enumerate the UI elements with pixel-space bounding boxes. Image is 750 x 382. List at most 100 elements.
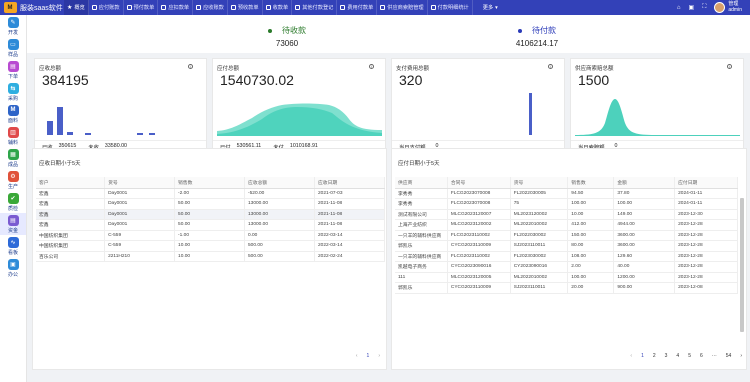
sidebar-item-5[interactable]: ▥ 辅料 (0, 125, 26, 147)
page-ellipsis[interactable]: ··· (712, 353, 717, 359)
prev-page-button[interactable]: ‹ (630, 353, 632, 359)
sidebar-item-9[interactable]: ▤ 资金 (0, 213, 26, 235)
column-header[interactable]: 货号 (104, 177, 176, 189)
app-logo[interactable]: M (0, 0, 20, 15)
table-row[interactable]: 凯越电子商务 CYCG2023090016 CY2023090016 2.00 40.0… (395, 261, 738, 273)
table-row[interactable]: 宏鑫 Day0001 50.00 13000.00 2021-11-08 (36, 209, 386, 220)
module-icon: ▣ (7, 258, 19, 270)
page-button[interactable]: 1 (641, 353, 644, 359)
sidebar-item-2[interactable]: ▤ 下单 (0, 59, 26, 81)
table-row[interactable]: 百乐公司 2211H210 10.00 500.00 2022-02-24 (36, 251, 386, 262)
sidebar-item-label: 采购 (7, 95, 18, 102)
column-header[interactable]: 应付日期 (674, 177, 738, 189)
card-value: 1500 (578, 72, 610, 88)
prev-page-button[interactable]: ‹ (356, 353, 358, 359)
table-cell: Day0001 (104, 219, 176, 231)
column-header[interactable]: 销售数 (567, 177, 615, 189)
next-page-button[interactable]: › (378, 353, 380, 359)
page-button[interactable]: 4 (676, 353, 679, 359)
table-row[interactable]: 郭凯乐 CYCG2023110009 SJ2023110011 80.00 3600.0… (395, 240, 738, 252)
info-icon[interactable]: i (369, 64, 374, 69)
module-icon: ⚙ (7, 170, 19, 182)
tab-1[interactable]: 应付账款 (89, 0, 124, 15)
lock-icon[interactable]: ▣ (689, 4, 695, 11)
tab-7[interactable]: 其他付款登记 (292, 0, 338, 15)
column-header[interactable]: 应收日期 (314, 177, 386, 189)
sidebar-item-1[interactable]: ▭ 样品 (0, 37, 26, 59)
next-page-button[interactable]: › (740, 353, 742, 359)
tab-5[interactable]: 预收款单 (228, 0, 263, 15)
table-cell: 郭凯乐 (395, 240, 448, 252)
column-header[interactable]: 合同号 (447, 177, 511, 189)
column-header[interactable]: 货号 (510, 177, 569, 189)
sidebar-item-6[interactable]: ▦ 成品 (0, 147, 26, 169)
tab-10[interactable]: 付款明细统计 (428, 0, 473, 15)
table-cell: 上海产业纺织 (395, 219, 448, 231)
table-row[interactable]: 李秀秀 FLCG2023070008 FL2022030005 94.50 37.80 2… (395, 188, 738, 199)
star-icon: ★ (67, 5, 73, 11)
tab-3[interactable]: 应扣款单 (158, 0, 194, 15)
sidebar-item-3[interactable]: ⇆ 采购 (0, 81, 26, 103)
table-row[interactable]: 宏鑫 Day0001 50.00 13000.00 2021-11-08 (36, 198, 386, 210)
table-row[interactable]: 郭凯乐 CYCG2023110009 SJ2023110011 20.00 900.00… (395, 282, 738, 294)
tab-9[interactable]: 供应商索赔管理 (377, 0, 428, 15)
table-row[interactable]: 一只羊的辅料供应商 FLCG2023110002 FL2022030002 150.0… (395, 230, 738, 241)
column-header[interactable]: 供应商 (395, 177, 448, 189)
table-row[interactable]: 中国纺织集团 C-559 10.00 500.00 2022-03-14 (36, 240, 386, 252)
table-cell: 2023-12-28 (674, 240, 738, 252)
sidebar-item-7[interactable]: ⚙ 生产 (0, 169, 26, 191)
table-row[interactable]: 宏鑫 Day0001 -2.00 -520.00 2021-07-03 (36, 188, 386, 199)
info-icon[interactable]: i (727, 64, 732, 69)
table-cell: 0.00 (244, 230, 315, 241)
page-button[interactable]: 6 (700, 353, 703, 359)
column-header[interactable]: 应收总额 (244, 177, 315, 189)
table-cell: 50.00 (174, 219, 246, 231)
table-cell: 900.00 (613, 282, 676, 294)
sidebar-item-8[interactable]: ✔ 质检 (0, 191, 26, 213)
table-row[interactable]: 111 MLCG2023120005 ML2022010002 100.00 1200.… (395, 272, 738, 283)
info-icon[interactable]: i (548, 64, 553, 69)
page-button[interactable]: 54 (726, 353, 732, 359)
tab-0[interactable]: ★ 概览 (64, 0, 89, 15)
table-cell: 108.00 (567, 251, 615, 262)
sidebar-item-10[interactable]: ∿ 看板 (0, 235, 26, 257)
page-button[interactable]: 3 (665, 353, 668, 359)
sidebar-item-0[interactable]: ✎ 开发 (0, 15, 26, 37)
card-title: 支付费用总额 (396, 66, 430, 72)
table-scrollbar[interactable] (740, 198, 744, 332)
table-row[interactable]: 李秀秀 FLCG2023070008 75 100.00 100.00 2024-01-1… (395, 198, 738, 210)
more-menu[interactable]: 更多 ▾ (483, 4, 498, 12)
user-name: admin (728, 6, 742, 13)
page-button[interactable]: 5 (688, 353, 691, 359)
sidebar-item-11[interactable]: ▣ 办公 (0, 257, 26, 279)
table-row[interactable]: 上海产业纺织 MLCG2023120002 ML2022010002 412.00 49… (395, 219, 738, 231)
table-cell: 37.80 (613, 188, 676, 199)
chart-bar (529, 93, 532, 135)
chart-bar (137, 133, 143, 135)
sidebar-item-4[interactable]: M 面料 (0, 103, 26, 125)
tab-4[interactable]: 应收账款 (193, 0, 228, 15)
home-icon[interactable]: ⌂ (677, 5, 681, 11)
avatar (714, 2, 726, 13)
table-cell: 10.00 (567, 209, 615, 220)
table-cell: -1.00 (174, 230, 246, 241)
fullscreen-icon[interactable]: ⛶ (702, 4, 706, 11)
info-icon[interactable]: i (188, 64, 193, 69)
tab-2[interactable]: 预付款单 (124, 0, 159, 15)
chart-bar (67, 132, 73, 135)
table-row[interactable]: 宏鑫 Day0001 50.00 13000.00 2021-11-08 (36, 219, 386, 231)
tab-6[interactable]: 收款单 (263, 0, 293, 15)
column-header[interactable]: 金额 (613, 177, 676, 189)
table-row[interactable]: 一只羊的辅料供应商 FLCG2023110002 FL2023030002 108.0… (395, 251, 738, 262)
table-row[interactable]: 测试有限公司 MLCG2023120007 ML2023120002 10.00 149… (395, 209, 738, 220)
tab-8[interactable]: 费用付款单 (337, 0, 378, 15)
table-cell: 2022-03-14 (314, 230, 386, 241)
page-button[interactable]: 2 (653, 353, 656, 359)
module-icon: ✎ (7, 16, 19, 28)
page-button[interactable]: 1 (367, 353, 370, 359)
table-row[interactable]: 中国纺织集团 C-559 -1.00 0.00 2022-03-14 (36, 230, 386, 241)
column-header[interactable]: 客户 (36, 177, 106, 189)
tab-label: 应付账款 (98, 5, 120, 11)
user-menu[interactable]: 管理 admin (714, 1, 742, 13)
column-header[interactable]: 销售数 (174, 177, 246, 189)
